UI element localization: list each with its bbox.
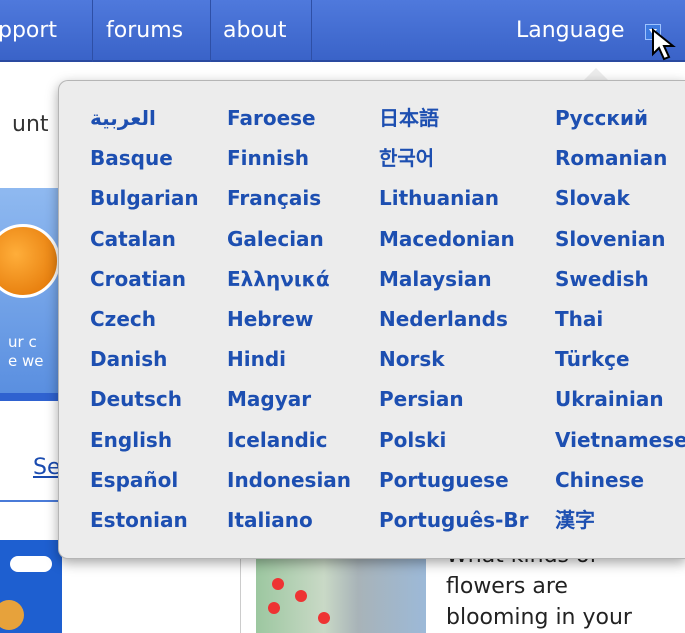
flower-icon — [268, 602, 280, 614]
language-option[interactable]: Ukrainian — [555, 386, 685, 426]
language-option[interactable]: Indonesian — [227, 467, 351, 507]
language-option[interactable]: Galecian — [227, 226, 351, 266]
language-option[interactable]: Malaysian — [379, 266, 529, 306]
flower-icon — [318, 612, 330, 624]
divider — [0, 500, 62, 502]
language-option[interactable]: Español — [90, 467, 199, 507]
language-option[interactable]: Danish — [90, 346, 199, 386]
language-option[interactable]: 日本語 — [379, 105, 529, 145]
language-column: Русский Romanian Slovak Slovenian Swedis… — [555, 105, 685, 547]
language-option[interactable]: العربية — [90, 105, 199, 145]
language-option[interactable]: Chinese — [555, 467, 685, 507]
language-option[interactable]: Thai — [555, 306, 685, 346]
language-option[interactable]: Finnish — [227, 145, 351, 185]
language-option[interactable]: Hindi — [227, 346, 351, 386]
language-option[interactable]: Magyar — [227, 386, 351, 426]
language-option[interactable]: Italiano — [227, 507, 351, 547]
language-option[interactable]: Czech — [90, 306, 199, 346]
language-option[interactable]: Deutsch — [90, 386, 199, 426]
top-navbar: pport forums about Language — [0, 0, 685, 62]
language-option[interactable]: Русский — [555, 105, 685, 145]
promo-text: ur c — [8, 333, 37, 351]
language-option[interactable]: 漢字 — [555, 507, 685, 547]
nav-support[interactable]: pport — [0, 0, 57, 62]
language-option[interactable]: Nederlands — [379, 306, 529, 346]
language-option[interactable]: Romanian — [555, 145, 685, 185]
language-option[interactable]: Bulgarian — [90, 185, 199, 225]
mouse-cursor-icon — [652, 28, 676, 61]
nav-divider — [92, 0, 93, 62]
language-option[interactable]: Français — [227, 185, 351, 225]
language-option[interactable]: Polski — [379, 427, 529, 467]
language-option[interactable]: English — [90, 427, 199, 467]
language-option[interactable]: Faroese — [227, 105, 351, 145]
promo-text: e we — [8, 352, 44, 370]
language-option[interactable]: Slovenian — [555, 226, 685, 266]
flower-icon — [295, 590, 307, 602]
language-option[interactable]: Croatian — [90, 266, 199, 306]
nav-about[interactable]: about — [223, 0, 286, 62]
language-option[interactable]: Portuguese — [379, 467, 529, 507]
language-option[interactable]: Vietnamese — [555, 427, 685, 467]
language-column: Faroese Finnish Français Galecian Ελληνι… — [227, 105, 351, 547]
language-option[interactable]: Swedish — [555, 266, 685, 306]
flower-icon — [272, 578, 284, 590]
language-option[interactable]: Persian — [379, 386, 529, 426]
left-link[interactable]: Se — [33, 455, 61, 480]
language-option[interactable]: Português-Br — [379, 507, 529, 547]
nav-forums[interactable]: forums — [106, 0, 183, 62]
language-column: 日本語 한국어 Lithuanian Macedonian Malaysian … — [379, 105, 529, 547]
language-option[interactable]: Norsk — [379, 346, 529, 386]
cloud-shape — [10, 556, 52, 572]
language-option[interactable]: Lithuanian — [379, 185, 529, 225]
language-menu-button[interactable]: Language — [516, 0, 625, 62]
language-option[interactable]: Basque — [90, 145, 199, 185]
language-option[interactable]: Slovak — [555, 185, 685, 225]
language-option[interactable]: 한국어 — [379, 145, 529, 185]
nav-divider — [210, 0, 211, 62]
language-option[interactable]: Estonian — [90, 507, 199, 547]
language-option[interactable]: Türkçe — [555, 346, 685, 386]
language-column: العربية Basque Bulgarian Catalan Croatia… — [90, 105, 199, 547]
language-option[interactable]: Hebrew — [227, 306, 351, 346]
language-option[interactable]: Macedonian — [379, 226, 529, 266]
language-option[interactable]: Icelandic — [227, 427, 351, 467]
left-partial-text: unt — [12, 112, 49, 137]
nav-divider — [311, 0, 312, 62]
flower-image[interactable] — [256, 554, 426, 633]
language-option[interactable]: Ελληνικά — [227, 266, 351, 306]
language-option[interactable]: Catalan — [90, 226, 199, 266]
